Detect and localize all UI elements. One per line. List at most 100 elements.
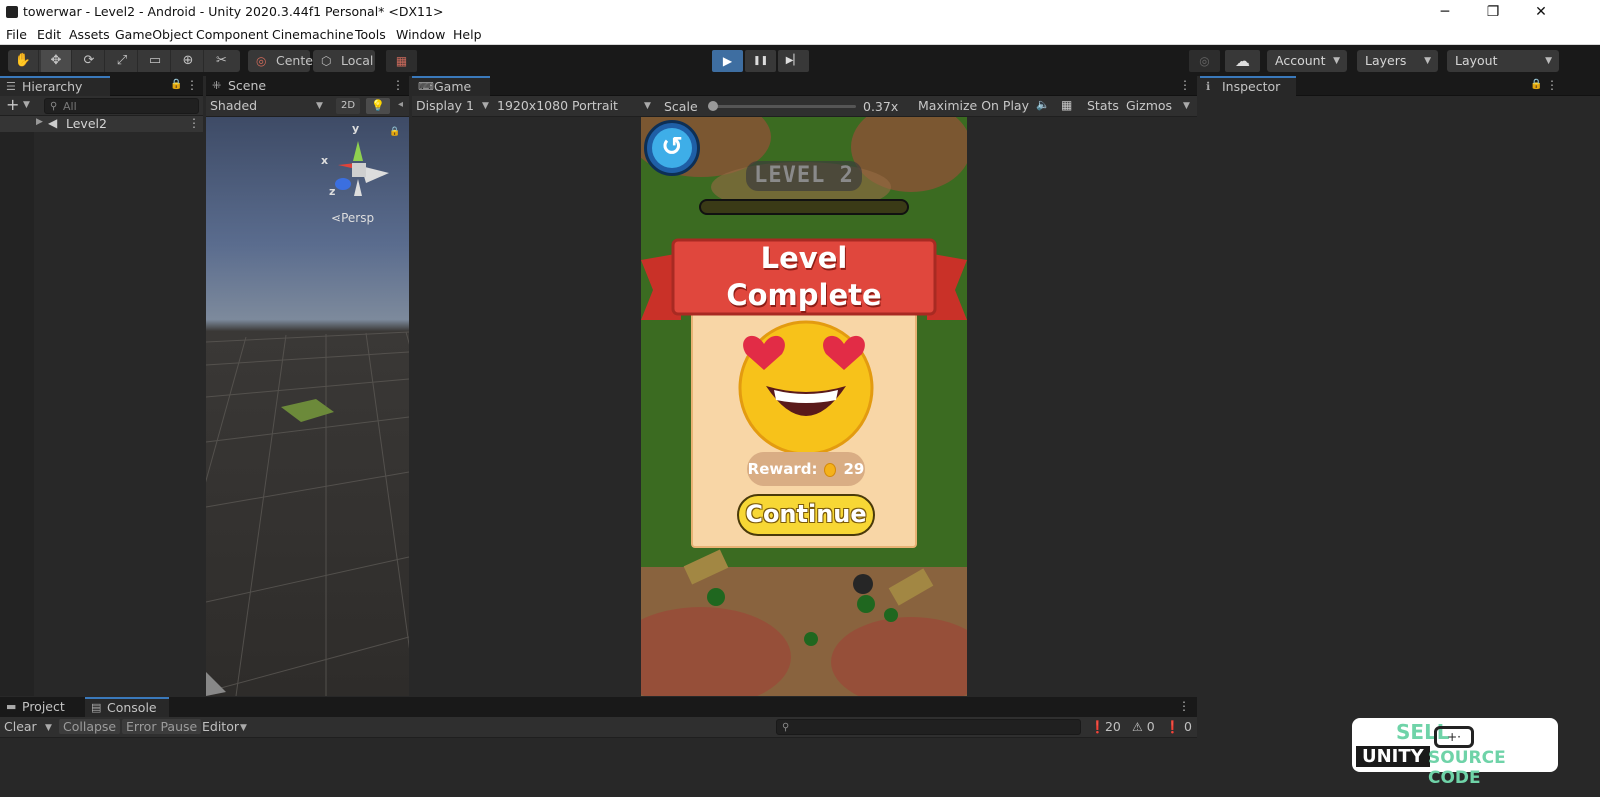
pivot-rotation-toggle[interactable]: ⬡ Local [313, 50, 375, 72]
step-button[interactable]: ▶▏ [778, 50, 809, 72]
watermark-logo: SELL +· UNITY SOURCE CODE [1352, 718, 1558, 788]
more-options-icon[interactable]: ⋮ [1179, 78, 1191, 92]
grid-snap-icon[interactable]: ▦ [386, 50, 417, 72]
scale-value: 0.37x [863, 99, 899, 114]
account-dropdown[interactable]: Account ▼ [1267, 50, 1347, 72]
cloud-icon[interactable]: ☁ [1225, 50, 1260, 72]
collapse-toggle[interactable]: Collapse [59, 719, 121, 734]
scene-viewport[interactable]: y x z 🔒 ⋖Persp [206, 117, 409, 696]
heart-eyes-emoji [738, 320, 874, 456]
minimize-button[interactable]: ─ [1422, 0, 1468, 24]
clear-button[interactable]: Clear [4, 719, 37, 734]
error-pause-toggle[interactable]: Error Pause [122, 719, 202, 734]
more-options-icon[interactable]: ⋮ [186, 78, 198, 92]
lock-icon[interactable]: 🔒 [1530, 79, 1542, 90]
menu-window[interactable]: Window [396, 27, 445, 42]
layout-dropdown[interactable]: Layout ▼ [1447, 50, 1559, 72]
expand-arrow-icon[interactable]: ▶ [36, 117, 43, 127]
mute-audio-icon[interactable]: 🔈 [1036, 98, 1050, 111]
audio-icon[interactable]: ◂ [398, 99, 403, 110]
maximize-on-play-toggle[interactable]: Maximize On Play [918, 98, 1029, 113]
tab-label: Console [107, 700, 157, 715]
layers-dropdown[interactable]: Layers ▼ [1357, 50, 1438, 72]
keyboard-icon[interactable]: ▦ [1061, 98, 1072, 112]
tab-inspector[interactable]: ℹ Inspector [1200, 76, 1296, 96]
scale-tool-icon[interactable]: ⤢ [107, 50, 138, 72]
reward-label: Reward: [747, 460, 818, 478]
more-options-icon[interactable]: ⋮ [392, 78, 404, 92]
chevron-down-icon[interactable]: ▼ [316, 101, 323, 111]
restart-button[interactable]: ↺ [644, 120, 700, 176]
log-count-toggle[interactable]: ❗20 [1090, 719, 1121, 734]
hierarchy-scene-row[interactable]: ▶ ◀ Level2 ⋮ [0, 116, 203, 132]
scale-slider[interactable] [708, 101, 856, 111]
rect-tool-icon[interactable]: ▭ [140, 50, 171, 72]
shading-dropdown[interactable]: Shaded [210, 98, 257, 113]
unity-logo-icon [6, 6, 18, 18]
console-search-input[interactable]: ⚲ [776, 719, 1081, 735]
more-options-icon[interactable]: ⋮ [188, 116, 200, 130]
hand-tool-icon[interactable]: ✋ [8, 50, 39, 72]
local-cube-icon: ⬡ [321, 54, 332, 68]
lock-icon[interactable]: 🔒 [389, 127, 400, 137]
hierarchy-search-input[interactable]: ⚲ All [44, 98, 199, 114]
continue-button[interactable]: Continue [737, 494, 875, 536]
chevron-down-icon[interactable]: ▼ [23, 100, 30, 110]
gizmos-toggle[interactable]: Gizmos [1126, 98, 1172, 113]
custom-tool-icon[interactable]: ✂ [206, 50, 237, 72]
error-count: 0 [1183, 719, 1192, 734]
search-icon: ⚲ [50, 101, 58, 112]
tab-hierarchy[interactable]: ☰ Hierarchy [0, 76, 110, 96]
editor-dropdown[interactable]: Editor [202, 719, 239, 734]
add-icon[interactable]: + [6, 96, 19, 114]
lighting-icon[interactable]: 💡 [366, 98, 390, 114]
error-count-toggle[interactable]: ❗ 0 [1165, 719, 1192, 734]
restore-button[interactable]: ❐ [1470, 0, 1516, 24]
menu-edit[interactable]: Edit [37, 27, 61, 42]
hierarchy-gutter [0, 132, 34, 696]
stats-toggle[interactable]: Stats [1087, 98, 1119, 113]
chevron-down-icon[interactable]: ▼ [1183, 101, 1190, 111]
tab-game[interactable]: ⌨ Game [412, 76, 490, 96]
scale-slider-thumb[interactable] [708, 101, 718, 111]
hierarchy-toolbar: + ▼ ⚲ All [0, 96, 203, 116]
shading-label: Shaded [210, 98, 258, 113]
move-tool-icon[interactable]: ✥ [41, 50, 72, 72]
menu-help[interactable]: Help [453, 27, 482, 42]
resolution-dropdown[interactable]: 1920x1080 Portrait [497, 98, 618, 113]
tab-console[interactable]: ▤ Console [85, 697, 169, 717]
menu-file[interactable]: File [6, 27, 27, 42]
pivot-mode-toggle[interactable]: ◎ Center [248, 50, 318, 72]
chevron-down-icon[interactable]: ▼ [45, 723, 52, 733]
info-icon: ℹ [1206, 80, 1211, 93]
menu-cinemachine[interactable]: Cinemachine [272, 27, 354, 42]
level-title: LEVEL 2 [746, 161, 862, 191]
coin-icon [824, 462, 837, 477]
display-dropdown[interactable]: Display 1 [416, 98, 474, 113]
gizmo-x-label: x [321, 154, 329, 167]
tab-scene[interactable]: ⁜ Scene [206, 76, 276, 96]
chevron-down-icon[interactable]: ▼ [482, 101, 489, 111]
collab-icon[interactable]: ◎ [1189, 50, 1220, 72]
tab-project[interactable]: ▬ Project [0, 697, 85, 717]
menu-tools[interactable]: Tools [355, 27, 386, 42]
chevron-down-icon[interactable]: ▼ [240, 723, 247, 733]
menu-component[interactable]: Component [196, 27, 269, 42]
play-button[interactable]: ▶ [712, 50, 743, 72]
lock-icon[interactable]: 🔒 [170, 79, 182, 90]
menu-assets[interactable]: Assets [69, 27, 110, 42]
warning-count-toggle[interactable]: ⚠ 0 [1132, 719, 1155, 734]
projection-toggle[interactable]: ⋖Persp [331, 211, 374, 225]
pause-button[interactable]: ❚❚ [745, 50, 776, 72]
game-viewport[interactable]: ↺ LEVEL 2 Reward: 29 Continue Level Comp… [641, 117, 967, 696]
search-placeholder: All [63, 100, 77, 113]
close-button[interactable]: ✕ [1518, 0, 1564, 24]
transform-tool-icon[interactable]: ⊕ [173, 50, 204, 72]
chevron-down-icon[interactable]: ▼ [644, 101, 651, 111]
watermark-line2a: UNITY [1356, 746, 1430, 767]
more-options-icon[interactable]: ⋮ [1178, 699, 1190, 713]
rotate-tool-icon[interactable]: ⟳ [74, 50, 105, 72]
2d-toggle[interactable]: 2D [336, 98, 360, 114]
menu-gameobject[interactable]: GameObject [115, 27, 193, 42]
more-options-icon[interactable]: ⋮ [1546, 78, 1558, 92]
